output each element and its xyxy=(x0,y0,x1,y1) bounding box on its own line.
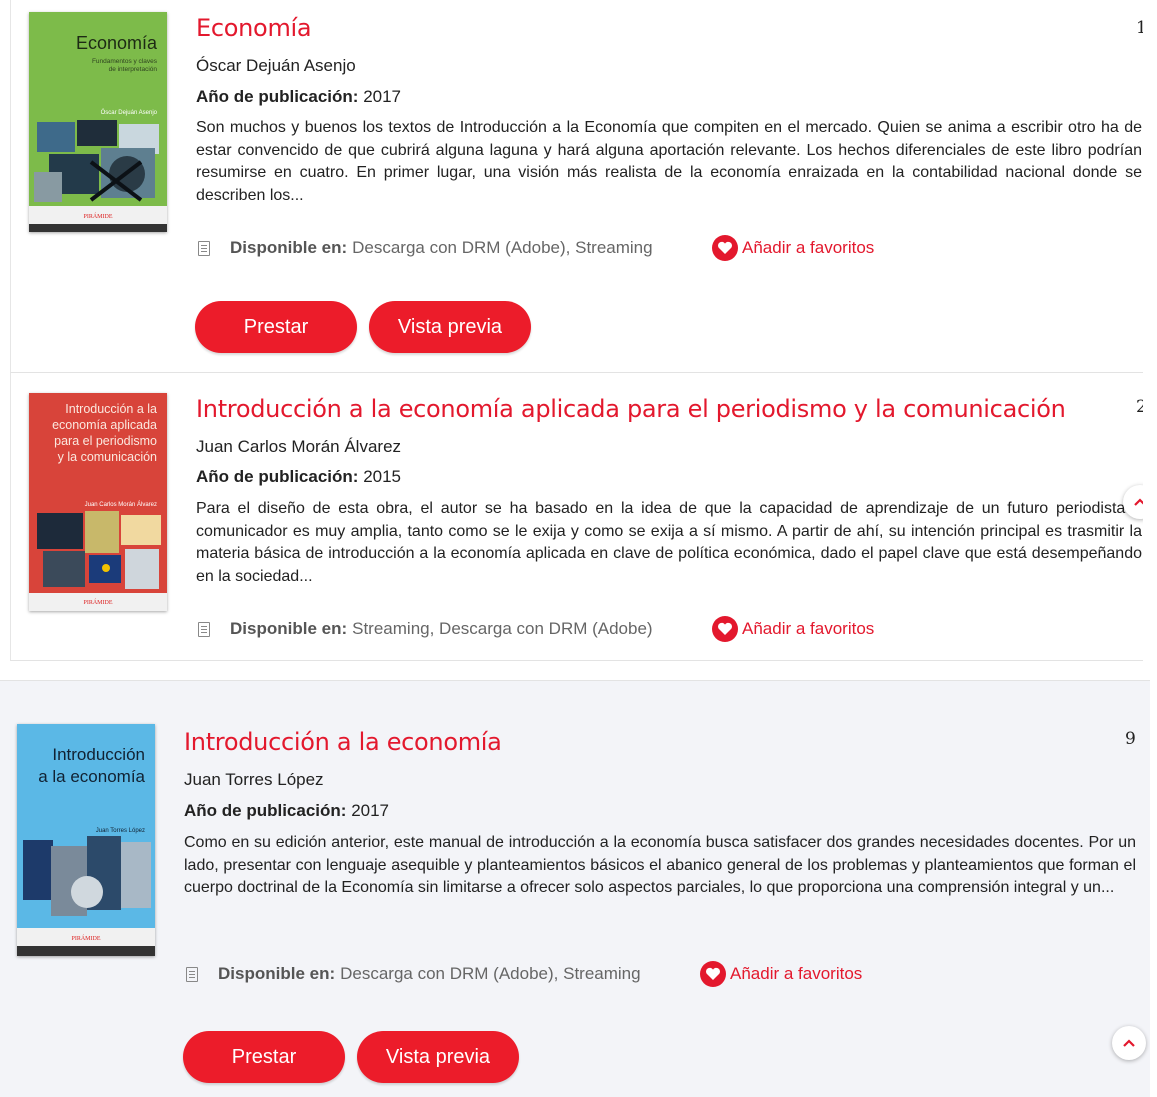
heart-icon xyxy=(712,235,738,261)
cover-author: Óscar Dejuán Asenjo xyxy=(101,109,158,116)
result-rank: 9 xyxy=(1125,729,1136,749)
book-title[interactable]: Introducción a la economía xyxy=(184,728,502,756)
availability: Disponible en: Descarga con DRM (Adobe),… xyxy=(198,238,653,258)
result-card: Introducción a la economía aplicada para… xyxy=(10,373,1143,661)
publication-year-label: Año de publicación: xyxy=(184,801,347,820)
availability-label: Disponible en: xyxy=(230,619,348,638)
cover-title-line: Introducción xyxy=(52,745,145,764)
availability-value: Descarga con DRM (Adobe), Streaming xyxy=(340,964,641,983)
cover-title-line: economía aplicada xyxy=(52,418,157,432)
cover-publisher: PIRÁMIDE xyxy=(83,598,112,606)
book-cover[interactable]: Introducción a la economía Juan Torres L… xyxy=(17,724,155,956)
availability-label: Disponible en: xyxy=(218,964,336,983)
publication-year-value: 2017 xyxy=(351,801,390,820)
chevron-up-icon xyxy=(1134,498,1143,506)
preview-button[interactable]: Vista previa xyxy=(369,301,531,353)
svg-text:de interpretación: de interpretación xyxy=(109,66,158,73)
heart-icon xyxy=(700,961,726,987)
book-cover[interactable]: Introducción a la economía aplicada para… xyxy=(29,393,167,611)
availability-label: Disponible en: xyxy=(230,238,348,257)
book-description: Para el diseño de esta obra, el autor se… xyxy=(196,500,1142,585)
add-to-favorites-label: Añadir a favoritos xyxy=(730,964,863,983)
publication-year-value: 2015 xyxy=(363,467,402,486)
cover-title: Economía xyxy=(76,33,158,53)
borrow-button[interactable]: Prestar xyxy=(195,301,357,353)
add-to-favorites-label: Añadir a favoritos xyxy=(742,619,875,638)
result-card: Economía Fundamentos y claves de interpr… xyxy=(10,0,1143,373)
publication-year: Año de publicación: 2017 xyxy=(196,87,401,107)
book-author[interactable]: Juan Carlos Morán Álvarez xyxy=(196,437,401,457)
availability: Disponible en: Descarga con DRM (Adobe),… xyxy=(186,964,641,984)
book-title[interactable]: Economía xyxy=(196,14,312,42)
cover-author: Juan Torres López xyxy=(96,828,145,834)
add-to-favorites-link[interactable]: Añadir a favoritos xyxy=(700,961,862,987)
book-description: Son muchos y buenos los textos de Introd… xyxy=(196,119,1142,204)
add-to-favorites-label: Añadir a favoritos xyxy=(742,238,875,257)
cover-title-line: a la economía xyxy=(38,767,145,786)
availability-value: Streaming, Descarga con DRM (Adobe) xyxy=(352,619,653,638)
cover-author: Juan Carlos Morán Álvarez xyxy=(85,501,157,508)
book-author[interactable]: Óscar Dejuán Asenjo xyxy=(196,56,356,76)
book-author[interactable]: Juan Torres López xyxy=(184,770,324,790)
book-cover[interactable]: Economía Fundamentos y claves de interpr… xyxy=(29,12,167,232)
publication-year-value: 2017 xyxy=(363,87,402,106)
book-title[interactable]: Introducción a la economía aplicada para… xyxy=(196,395,1066,423)
result-rank: 2 xyxy=(1136,397,1143,417)
document-icon xyxy=(198,240,210,256)
preview-button[interactable]: Vista previa xyxy=(357,1031,519,1083)
publication-year-label: Año de publicación: xyxy=(196,467,359,486)
result-card: Introducción a la economía Juan Torres L… xyxy=(0,680,1150,1097)
result-rank: 1 xyxy=(1136,18,1143,38)
add-to-favorites-link[interactable]: Añadir a favoritos xyxy=(712,235,874,261)
publication-year: Año de publicación: 2015 xyxy=(196,467,401,487)
cover-publisher: PIRÁMIDE xyxy=(83,212,112,220)
cover-title-line: Introducción a la xyxy=(65,402,157,416)
cover-publisher: PIRÁMIDE xyxy=(71,934,100,942)
scroll-to-top-button[interactable] xyxy=(1112,1026,1146,1060)
add-to-favorites-link[interactable]: Añadir a favoritos xyxy=(712,616,874,642)
cover-title-line: y la comunicación xyxy=(58,450,157,464)
cover-title-line: para el periodismo xyxy=(54,434,157,448)
document-icon xyxy=(186,966,198,982)
chevron-up-icon xyxy=(1123,1039,1135,1047)
availability-value: Descarga con DRM (Adobe), Streaming xyxy=(352,238,653,257)
borrow-button[interactable]: Prestar xyxy=(183,1031,345,1083)
publication-year-label: Año de publicación: xyxy=(196,87,359,106)
svg-text:Fundamentos y claves: Fundamentos y claves xyxy=(92,58,158,65)
availability: Disponible en: Streaming, Descarga con D… xyxy=(198,619,653,639)
publication-year: Año de publicación: 2017 xyxy=(184,801,389,821)
heart-icon xyxy=(712,616,738,642)
book-description: Como en su edición anterior, este manual… xyxy=(184,834,1136,896)
document-icon xyxy=(198,621,210,637)
